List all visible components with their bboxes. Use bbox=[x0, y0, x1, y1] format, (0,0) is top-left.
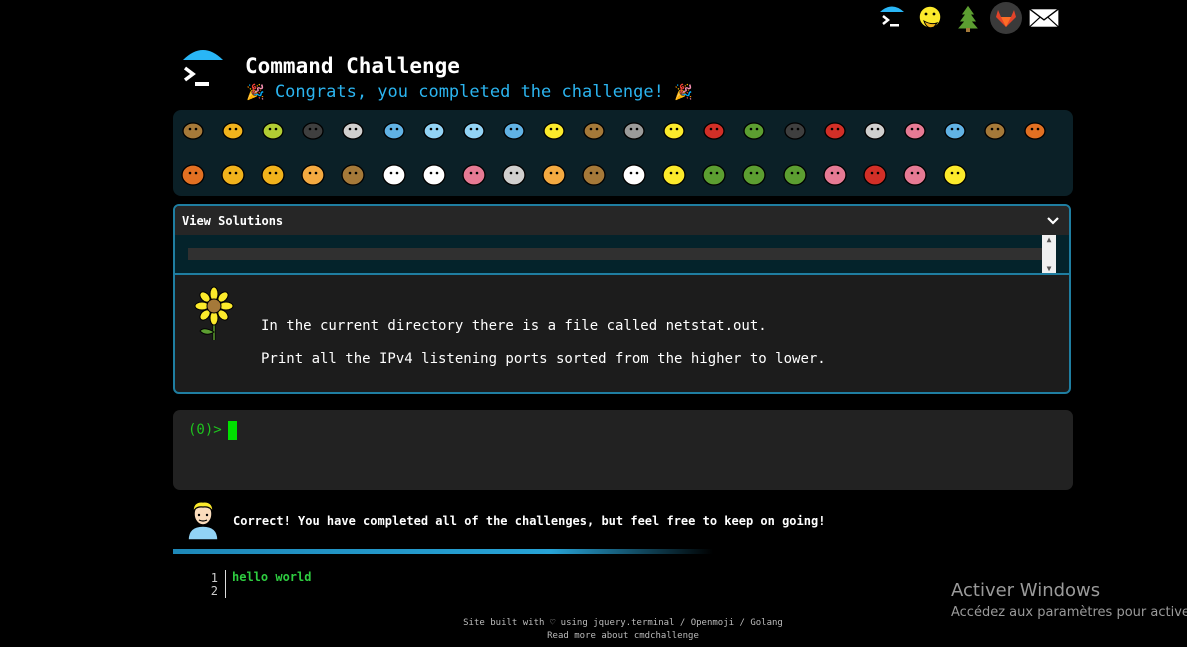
party-popper-icon: 🎉 bbox=[246, 83, 265, 101]
terminal-cursor[interactable] bbox=[228, 421, 237, 440]
person-icon bbox=[187, 501, 219, 541]
view-solutions-label: View Solutions bbox=[182, 213, 284, 228]
watermark-subtitle: Accédez aux paramètres pour activer bbox=[951, 605, 1187, 620]
pig-icon[interactable] bbox=[459, 159, 489, 189]
fly-icon[interactable] bbox=[860, 115, 890, 145]
cat-icon[interactable] bbox=[218, 159, 248, 189]
task-line-2: Print all the IPv4 listening ports sorte… bbox=[261, 351, 826, 367]
code-line[interactable]: hello world bbox=[232, 571, 311, 584]
worm-icon[interactable] bbox=[900, 115, 930, 145]
dragon-icon[interactable] bbox=[780, 159, 810, 189]
face-with-hand-over-mouth-icon[interactable] bbox=[914, 2, 946, 34]
spider-icon[interactable] bbox=[780, 115, 810, 145]
task-description: In the current directory there is a file… bbox=[261, 310, 826, 376]
hatching-chick-icon[interactable] bbox=[659, 159, 689, 189]
bear-icon[interactable] bbox=[579, 159, 609, 189]
terminal-logo-icon[interactable] bbox=[876, 2, 908, 34]
frog-icon[interactable] bbox=[739, 159, 769, 189]
bee-icon[interactable] bbox=[659, 115, 689, 145]
terminal-prompt: (0)> bbox=[188, 422, 222, 438]
lion-icon[interactable] bbox=[258, 159, 288, 189]
snail-icon[interactable] bbox=[178, 115, 208, 145]
dog-icon[interactable] bbox=[1020, 115, 1050, 145]
fox-icon[interactable] bbox=[178, 159, 208, 189]
panda-icon[interactable] bbox=[619, 159, 649, 189]
tropical-fish-icon[interactable] bbox=[539, 115, 569, 145]
gitlab-icon[interactable] bbox=[990, 2, 1022, 34]
envelope-icon[interactable] bbox=[1028, 2, 1060, 34]
line-number: 2 bbox=[210, 584, 218, 598]
hibiscus-icon[interactable] bbox=[900, 159, 930, 189]
footer-read-more-link[interactable]: Read more about cmdchallenge bbox=[420, 630, 826, 643]
scroll-down-icon[interactable]: ▼ bbox=[1047, 264, 1052, 273]
watermark-title: Activer Windows bbox=[951, 580, 1101, 601]
hamster-icon[interactable] bbox=[539, 159, 569, 189]
challenge-badges-panel bbox=[173, 110, 1073, 196]
chevron-down-icon[interactable] bbox=[1047, 214, 1059, 228]
caterpillar-icon[interactable] bbox=[258, 115, 288, 145]
microbe-icon[interactable] bbox=[940, 115, 970, 145]
butterfly-icon[interactable] bbox=[218, 115, 248, 145]
fish-icon[interactable] bbox=[499, 115, 529, 145]
solutions-panel: View Solutions ▲ ▼ In the current direct… bbox=[173, 204, 1071, 394]
task-line-1: In the current directory there is a file… bbox=[261, 318, 767, 334]
cow-icon[interactable] bbox=[419, 159, 449, 189]
ant-icon[interactable] bbox=[298, 115, 328, 145]
horizontal-scrollbar[interactable] bbox=[188, 248, 1043, 260]
progress-bar bbox=[173, 549, 713, 554]
ladybug-icon[interactable] bbox=[699, 115, 729, 145]
congrats-text: Congrats, you completed the challenge! bbox=[274, 82, 664, 102]
cherry-blossom-icon[interactable] bbox=[820, 159, 850, 189]
party-popper-icon: 🎉 bbox=[674, 83, 693, 101]
vertical-scrollbar[interactable]: ▲ ▼ bbox=[1042, 235, 1056, 273]
result-text: Correct! You have completed all of the c… bbox=[233, 514, 826, 528]
footer: Site built with ♡ using jquery.terminal … bbox=[420, 617, 826, 643]
mouse-icon[interactable] bbox=[499, 159, 529, 189]
congrats-message: 🎉 Congrats, you completed the challenge!… bbox=[246, 82, 693, 102]
hedgehog-icon[interactable] bbox=[579, 115, 609, 145]
monkey-icon[interactable] bbox=[980, 115, 1010, 145]
unicorn-icon[interactable] bbox=[379, 159, 409, 189]
editor-caret bbox=[225, 570, 226, 598]
tiger-icon[interactable] bbox=[298, 159, 328, 189]
view-solutions-toggle[interactable]: View Solutions bbox=[175, 206, 1069, 235]
shark-icon[interactable] bbox=[419, 115, 449, 145]
page-title: Command Challenge bbox=[245, 54, 460, 78]
sunflower-icon[interactable] bbox=[940, 159, 970, 189]
spider-web-icon[interactable] bbox=[338, 115, 368, 145]
rose-icon[interactable] bbox=[860, 159, 890, 189]
terminal-logo-icon bbox=[183, 50, 223, 86]
dolphin-icon[interactable] bbox=[459, 115, 489, 145]
terminal[interactable]: (0)> bbox=[173, 410, 1073, 490]
footer-credits: Site built with ♡ using jquery.terminal … bbox=[463, 618, 783, 628]
cricket-icon[interactable] bbox=[739, 115, 769, 145]
horse-icon[interactable] bbox=[338, 159, 368, 189]
solutions-list[interactable]: ▲ ▼ bbox=[175, 235, 1069, 275]
top-icon-bar bbox=[876, 2, 1060, 34]
tree-icon[interactable] bbox=[952, 2, 984, 34]
peacock-icon[interactable] bbox=[699, 159, 729, 189]
windows-activation-watermark: Activer Windows Accédez aux paramètres p… bbox=[951, 580, 1187, 620]
scorpion-icon[interactable] bbox=[820, 115, 850, 145]
scroll-up-icon[interactable]: ▲ bbox=[1047, 235, 1052, 244]
whale-icon[interactable] bbox=[379, 115, 409, 145]
sunflower-icon bbox=[191, 286, 237, 346]
wolf-icon[interactable] bbox=[619, 115, 649, 145]
result-message: Correct! You have completed all of the c… bbox=[185, 500, 825, 544]
